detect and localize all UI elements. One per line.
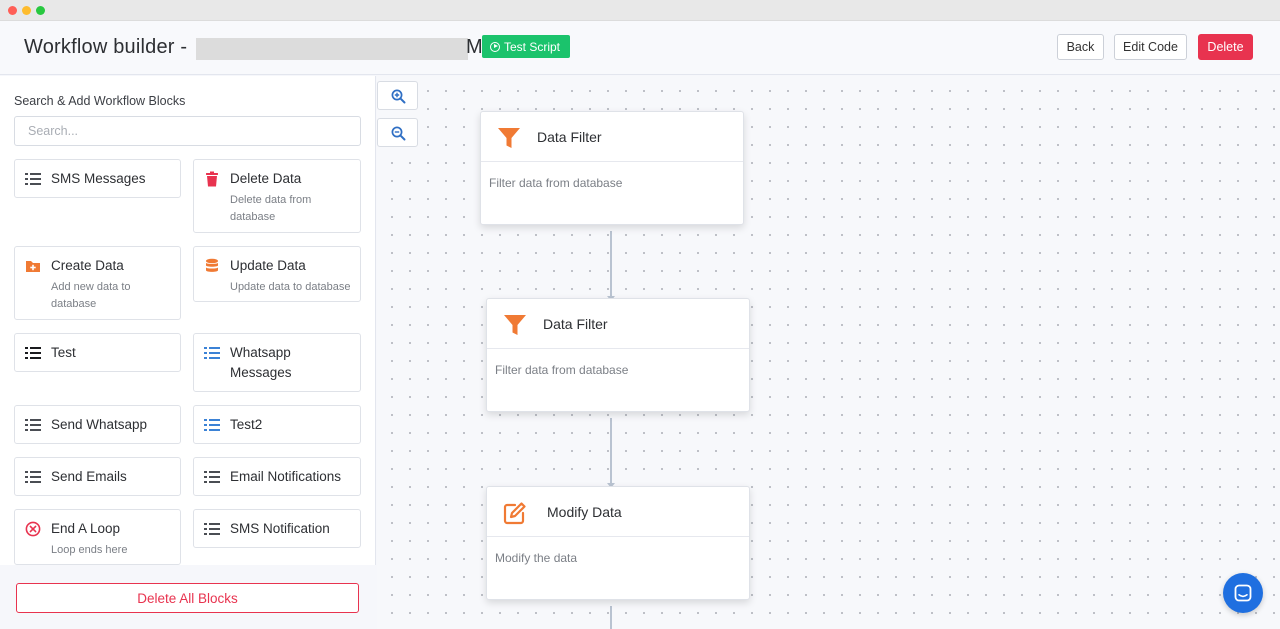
block-test2[interactable]: Test2 xyxy=(193,405,361,444)
block-end-a-loop[interactable]: End A Loop Loop ends here xyxy=(14,509,181,565)
play-circle-icon xyxy=(490,41,500,52)
block-send-whatsapp[interactable]: Send Whatsapp xyxy=(14,405,181,444)
list-icon xyxy=(25,418,41,434)
block-title: Send Whatsapp xyxy=(51,417,148,432)
window-minimize-button[interactable] xyxy=(22,6,31,15)
node-title: Modify Data xyxy=(547,504,622,520)
funnel-icon xyxy=(504,315,526,335)
list-icon xyxy=(204,346,220,362)
block-sms-messages[interactable]: SMS Messages xyxy=(14,159,181,198)
block-create-data[interactable]: Create Data Add new data to database xyxy=(14,246,181,320)
connector-line xyxy=(607,418,615,488)
funnel-icon xyxy=(498,128,520,148)
block-description: Add new data to database xyxy=(51,281,131,310)
block-test[interactable]: Test xyxy=(14,333,181,372)
close-circle-icon xyxy=(25,521,41,537)
sidebar-heading: Search & Add Workflow Blocks xyxy=(14,94,186,108)
list-icon xyxy=(25,346,41,362)
block-update-data[interactable]: Update Data Update data to database xyxy=(193,246,361,302)
node-title: Data Filter xyxy=(543,316,608,332)
block-title: Whatsapp Messages xyxy=(230,345,292,380)
delete-all-blocks-button[interactable]: Delete All Blocks xyxy=(16,583,359,613)
block-whatsapp-messages[interactable]: Whatsapp Messages xyxy=(193,333,361,392)
database-icon xyxy=(206,258,218,272)
test-script-button[interactable]: Test Script xyxy=(482,35,571,58)
node-header: Data Filter xyxy=(481,112,743,162)
node-title: Data Filter xyxy=(537,129,602,145)
edit-code-button[interactable]: Edit Code xyxy=(1114,34,1187,60)
list-icon xyxy=(204,470,220,486)
delete-button[interactable]: Delete xyxy=(1198,34,1253,60)
edit-icon xyxy=(503,502,526,525)
block-description: Loop ends here xyxy=(51,544,128,556)
delete-all-footer: Delete All Blocks xyxy=(0,565,376,629)
block-title: End A Loop xyxy=(51,521,121,536)
node-description: Filter data from database xyxy=(489,176,623,190)
zoom-out-icon xyxy=(391,126,406,141)
block-send-emails[interactable]: Send Emails xyxy=(14,457,181,496)
back-button[interactable]: Back xyxy=(1057,34,1104,60)
node-description: Filter data from database xyxy=(495,363,629,377)
redacted-workflow-name xyxy=(196,38,468,60)
workflow-node-data-filter[interactable]: Data Filter Filter data from database xyxy=(486,298,750,412)
workflow-node-modify-data[interactable]: Modify Data Modify the data xyxy=(486,486,750,600)
node-header: Modify Data xyxy=(487,487,749,537)
block-title: Test2 xyxy=(230,417,263,432)
block-sms-notification[interactable]: SMS Notification xyxy=(193,509,361,548)
window-maximize-button[interactable] xyxy=(36,6,45,15)
block-title: Delete Data xyxy=(230,171,302,186)
block-title: Create Data xyxy=(51,258,124,273)
block-search-input[interactable] xyxy=(14,116,361,146)
list-icon xyxy=(204,522,220,538)
page-title-suffix: M xyxy=(466,36,483,58)
folder-plus-icon xyxy=(26,261,40,272)
block-title: Send Emails xyxy=(51,469,127,484)
block-description: Delete data from database xyxy=(230,194,312,223)
trash-icon xyxy=(206,171,218,187)
test-script-label: Test Script xyxy=(504,39,561,54)
window-titlebar xyxy=(0,0,1280,21)
page-title: Workflow builder - xyxy=(24,36,188,58)
zoom-in-icon xyxy=(391,89,406,104)
list-icon xyxy=(204,418,220,434)
block-title: SMS Notification xyxy=(230,521,330,536)
block-title: Update Data xyxy=(230,258,306,273)
blocks-sidebar: Search & Add Workflow Blocks SMS Message… xyxy=(0,76,376,629)
window-close-button[interactable] xyxy=(8,6,17,15)
node-description: Modify the data xyxy=(495,551,578,565)
workflow-node-data-filter[interactable]: Data Filter Filter data from database xyxy=(480,111,744,225)
chat-launcher-button[interactable] xyxy=(1223,573,1263,613)
block-delete-data[interactable]: Delete Data Delete data from database xyxy=(193,159,361,233)
zoom-out-button[interactable] xyxy=(377,118,418,147)
page-header: Workflow builder - M Test Script Back Ed… xyxy=(0,21,1280,75)
list-icon xyxy=(25,470,41,486)
block-title: Test xyxy=(51,345,76,360)
block-description: Update data to database xyxy=(230,281,351,293)
connector-line xyxy=(610,606,612,629)
block-title: SMS Messages xyxy=(51,171,146,186)
list-icon xyxy=(25,172,41,188)
workflow-canvas[interactable]: Data Filter Filter data from database Da… xyxy=(377,76,1280,629)
node-header: Data Filter xyxy=(487,299,749,349)
zoom-in-button[interactable] xyxy=(377,81,418,110)
block-title: Email Notifications xyxy=(230,469,342,484)
block-email-notifications[interactable]: Email Notifications xyxy=(193,457,361,496)
chat-icon xyxy=(1234,584,1252,602)
connector-line xyxy=(607,231,615,301)
